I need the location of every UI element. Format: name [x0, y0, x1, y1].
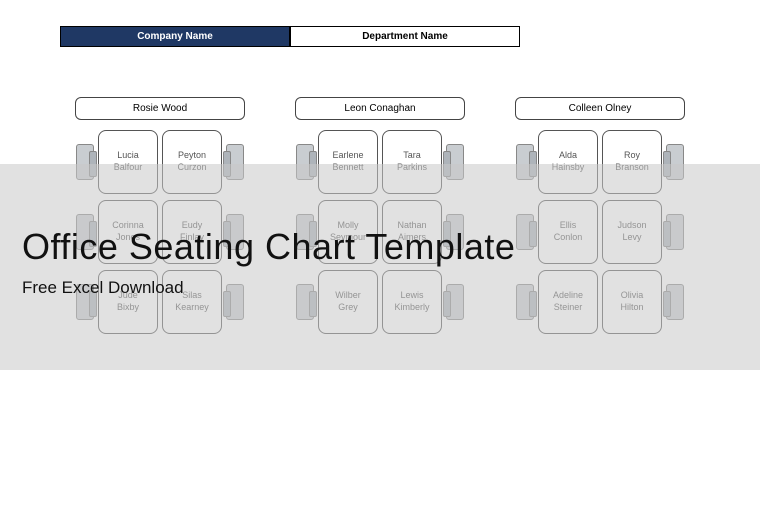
seat-first-name: Tara [403, 150, 421, 162]
overlay-subtitle: Free Excel Download [22, 278, 515, 298]
department-name-cell: Department Name [290, 26, 520, 47]
seat-first-name: Alda [559, 150, 577, 162]
overlay-title: Office Seating Chart Template [22, 226, 515, 268]
overlay-text: Office Seating Chart Template Free Excel… [22, 226, 515, 298]
seat-first-name: Peyton [178, 150, 206, 162]
seat-first-name: Lucia [117, 150, 139, 162]
cluster-lead: Colleen Olney [515, 97, 685, 120]
company-name-cell: Company Name [60, 26, 290, 47]
seat-first-name: Earlene [332, 150, 363, 162]
cluster-lead: Leon Conaghan [295, 97, 465, 120]
seat-first-name: Roy [624, 150, 640, 162]
header-row: Company Name Department Name [60, 26, 760, 47]
cluster-lead: Rosie Wood [75, 97, 245, 120]
